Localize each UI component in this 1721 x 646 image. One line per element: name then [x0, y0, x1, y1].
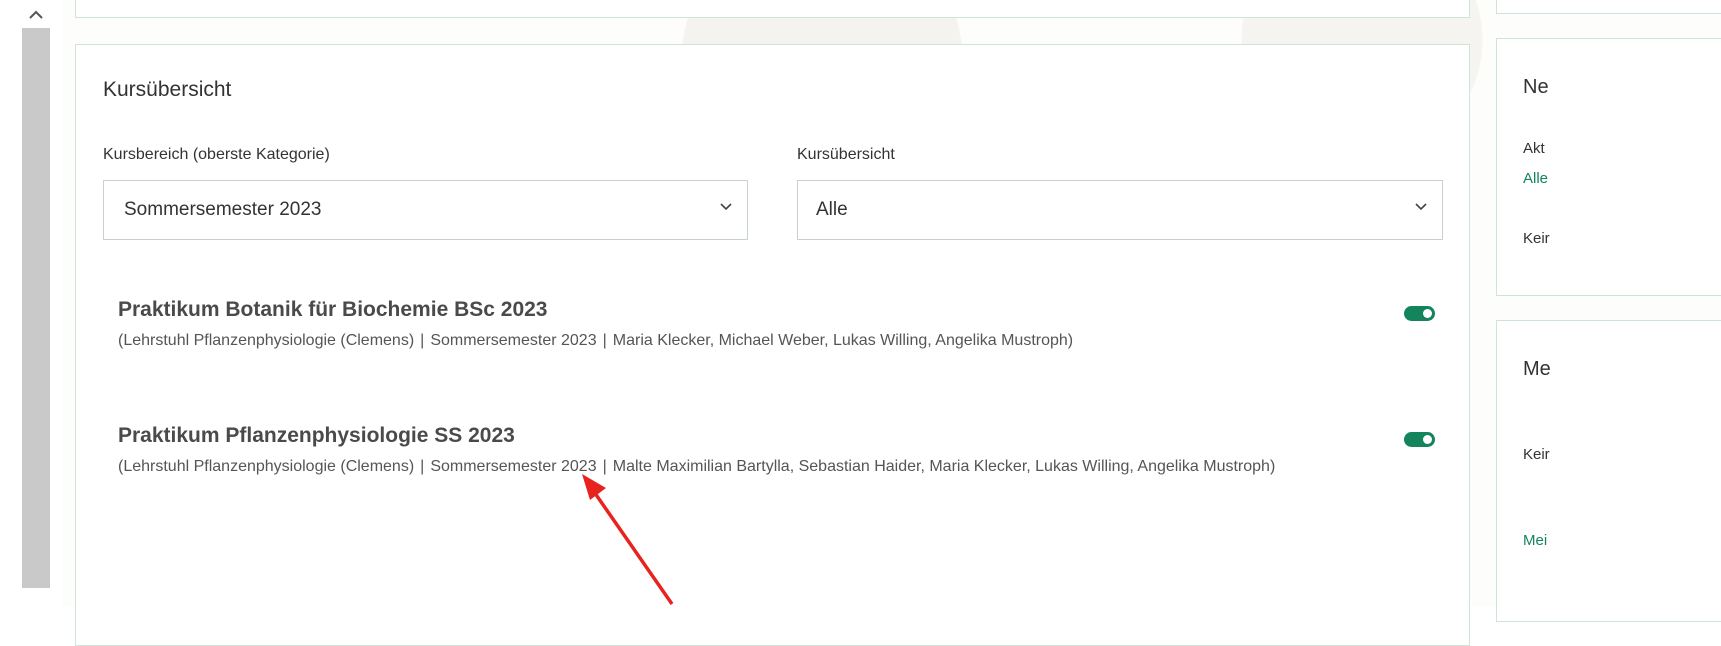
separator: | — [420, 458, 425, 475]
scrollbar-thumb[interactable] — [22, 28, 50, 588]
overview-select-value: Alle — [816, 199, 848, 220]
category-label: Kursbereich (oberste Kategorie) — [103, 146, 330, 163]
overview-label: Kursübersicht — [797, 146, 895, 163]
right-card-link[interactable]: Mei — [1523, 532, 1547, 549]
vertical-scrollbar[interactable] — [0, 0, 62, 606]
chevron-down-icon — [720, 203, 732, 211]
chevron-down-icon — [1415, 203, 1427, 211]
right-card-heading: Me — [1523, 358, 1551, 380]
section-title: Kursübersicht — [103, 78, 232, 101]
course-visibility-toggle[interactable] — [1404, 306, 1435, 321]
course-item: Praktikum Botanik für Biochemie BSc 2023… — [118, 298, 1428, 356]
course-teachers: Maria Klecker, Michael Weber, Lukas Will… — [612, 332, 1074, 349]
course-meta: (Lehrstuhl Pflanzenphysiologie (Clemens)… — [118, 452, 1428, 482]
right-card-text: Keir — [1523, 230, 1550, 247]
course-visibility-toggle[interactable] — [1404, 432, 1435, 447]
overview-select[interactable]: Alle — [797, 180, 1443, 240]
course-department: (Lehrstuhl Pflanzenphysiologie (Clemens) — [118, 458, 415, 475]
right-card-heading: Ne — [1523, 76, 1549, 98]
right-top-card — [1496, 0, 1721, 14]
course-semester: Sommersemester 2023 — [430, 332, 597, 349]
category-select[interactable]: Sommersemester 2023 — [103, 180, 748, 240]
course-department: (Lehrstuhl Pflanzenphysiologie (Clemens) — [118, 332, 415, 349]
right-card-text: Keir — [1523, 446, 1550, 463]
course-title-link[interactable]: Praktikum Pflanzenphysiologie SS 2023 — [118, 424, 1428, 448]
separator: | — [602, 332, 607, 349]
annotation-arrow-icon — [582, 474, 674, 605]
course-title-link[interactable]: Praktikum Botanik für Biochemie BSc 2023 — [118, 298, 1428, 322]
course-teachers: Malte Maximilian Bartylla, Sebastian Hai… — [612, 458, 1276, 475]
right-card-text: Akt — [1523, 140, 1545, 157]
separator: | — [420, 332, 425, 349]
right-card-link[interactable]: Alle — [1523, 170, 1548, 187]
course-meta: (Lehrstuhl Pflanzenphysiologie (Clemens)… — [118, 326, 1428, 356]
chevron-up-icon[interactable] — [22, 4, 50, 24]
top-card — [75, 0, 1470, 18]
category-select-value: Sommersemester 2023 — [124, 199, 322, 220]
course-item: Praktikum Pflanzenphysiologie SS 2023 (L… — [118, 424, 1428, 482]
